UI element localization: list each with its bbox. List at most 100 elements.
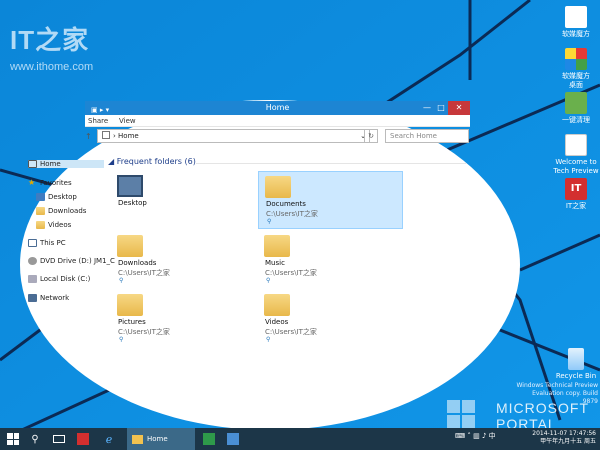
- desktop-icon-softmedia-desktop[interactable]: 软媒魔方 桌面: [548, 48, 600, 90]
- pin-icon: ⚲: [267, 218, 272, 225]
- refresh-button[interactable]: ↻: [364, 129, 378, 143]
- folder-tile-documents[interactable]: Documents C:\Users\IT之家 ⚲: [258, 171, 403, 229]
- address-input[interactable]: › Home ⌄: [97, 129, 370, 143]
- app-icon: [227, 433, 239, 445]
- folder-tile-music[interactable]: Music C:\Users\IT之家 ⚲: [258, 231, 403, 289]
- downloads-folder-icon: [36, 207, 45, 215]
- folder-tile-downloads[interactable]: Downloads C:\Users\IT之家 ⚲: [111, 231, 256, 289]
- task-view-button[interactable]: [50, 428, 68, 450]
- desktop-icon-welcome-tech-preview[interactable]: Welcome to Tech Preview: [548, 134, 600, 176]
- ithome-watermark: IT之家 www.ithome.com: [10, 20, 93, 73]
- section-divider: [196, 163, 466, 164]
- ribbon-tabs: Share View: [85, 115, 470, 127]
- sidebar-item-dvd-drive[interactable]: DVD Drive (D:) JM1_C: [28, 257, 115, 265]
- store-icon: [203, 433, 215, 445]
- address-bar-row: ↑ › Home ⌄ ↻ Search Home: [85, 129, 470, 145]
- ithome-app-icon: [77, 433, 89, 445]
- pin-icon: ⚲: [119, 277, 124, 284]
- close-button[interactable]: ✕: [448, 101, 470, 115]
- desktop-icon-ithome[interactable]: IT IT之家: [548, 178, 600, 211]
- volume-icon[interactable]: ♪: [482, 432, 486, 440]
- sidebar-item-network[interactable]: Network: [28, 294, 69, 302]
- taskbar-store-app[interactable]: [200, 428, 218, 450]
- ithome-app-icon: IT: [565, 178, 587, 200]
- clock-lunar-date: 甲午年九月十五 周五: [540, 438, 596, 445]
- pin-icon: ⚲: [119, 336, 124, 343]
- sidebar-item-videos[interactable]: Videos: [36, 221, 71, 229]
- sidebar-item-this-pc[interactable]: This PC: [28, 239, 66, 247]
- ithome-logo: IT之家: [10, 25, 90, 55]
- dvd-drive-icon: [28, 257, 37, 265]
- computer-icon: [28, 239, 37, 247]
- taskbar-clock[interactable]: 2014-11-07 17:47:56 甲午年九月十五 周五: [532, 430, 596, 446]
- network-icon[interactable]: ▥: [473, 432, 480, 440]
- clock-datetime: 2014-11-07 17:47:56: [532, 430, 596, 437]
- desktop-icon-label: Welcome to Tech Preview: [553, 158, 599, 175]
- desktop-icon-label: 软媒魔方: [562, 30, 590, 38]
- search-input[interactable]: Search Home: [385, 129, 469, 143]
- desktop-icon-label: IT之家: [565, 202, 587, 210]
- color-wheel-app-icon: [565, 48, 587, 70]
- search-icon: ⚲: [31, 433, 39, 445]
- folder-tile-videos[interactable]: Videos C:\Users\IT之家 ⚲: [258, 290, 403, 348]
- sidebar-item-home[interactable]: Home: [28, 160, 104, 168]
- task-view-icon: [53, 435, 65, 443]
- internet-explorer-icon: ℯ: [105, 432, 113, 446]
- star-icon: ★: [28, 178, 36, 187]
- window-title: Home: [265, 103, 290, 112]
- windows-logo-icon: [565, 134, 587, 156]
- taskbar: ⚲ ℯ Home ⌨ ˄ ▥ ♪ 中 2014-11-07 17:47:56 甲…: [0, 428, 600, 450]
- search-button[interactable]: ⚲: [26, 428, 44, 450]
- chevron-up-icon[interactable]: ˄: [467, 432, 471, 440]
- documents-folder-icon: [265, 176, 291, 198]
- windows-logo-icon: [7, 433, 19, 445]
- home-icon: [102, 131, 110, 139]
- tab-share[interactable]: Share: [88, 117, 108, 125]
- desktop-icon-recycle-bin[interactable]: Recycle Bin: [548, 348, 600, 381]
- start-button[interactable]: [4, 428, 22, 450]
- sidebar-item-favorites[interactable]: ★ Favorites: [28, 178, 72, 188]
- taskbar-file-explorer[interactable]: Home: [127, 428, 195, 450]
- taskbar-internet-explorer[interactable]: ℯ: [100, 428, 118, 450]
- build-watermark: Windows Technical Preview Evaluation cop…: [516, 382, 598, 405]
- hard-disk-icon: [28, 275, 37, 283]
- music-folder-icon: [264, 235, 290, 257]
- up-arrow-icon[interactable]: ↑: [85, 132, 92, 141]
- recycle-bin-icon: [568, 348, 584, 370]
- keyboard-icon[interactable]: ⌨: [455, 432, 465, 440]
- videos-folder-icon: [264, 294, 290, 316]
- ithome-url: www.ithome.com: [10, 61, 94, 73]
- pin-icon: ⚲: [266, 277, 271, 284]
- input-method-indicator[interactable]: 中: [489, 432, 496, 440]
- section-header[interactable]: ◢ Frequent folders (6): [108, 157, 196, 166]
- system-tray: ⌨ ˄ ▥ ♪ 中: [455, 431, 496, 441]
- desktop-icon-label: 一键清理: [562, 116, 590, 124]
- tab-view[interactable]: View: [119, 117, 136, 125]
- sidebar-item-local-disk[interactable]: Local Disk (C:): [28, 275, 90, 283]
- maximize-button[interactable]: □: [434, 101, 448, 115]
- window-titlebar[interactable]: ▣ ▸ ▾ Home — □ ✕: [85, 101, 470, 115]
- sidebar-item-downloads[interactable]: Downloads: [36, 207, 86, 215]
- folder-tile-pictures[interactable]: Pictures C:\Users\IT之家 ⚲: [111, 290, 256, 348]
- videos-folder-icon: [36, 221, 45, 229]
- taskbar-ithome-app[interactable]: [74, 428, 92, 450]
- downloads-folder-icon: [117, 235, 143, 257]
- desktop-icon-label: 软媒魔方 桌面: [562, 72, 590, 89]
- desktop-monitor-icon: [117, 175, 143, 197]
- folder-icon: [132, 434, 143, 444]
- cube-app-icon: [565, 6, 587, 28]
- home-icon: [28, 160, 37, 168]
- portal-logo-icon: [447, 400, 475, 428]
- pictures-folder-icon: [117, 294, 143, 316]
- folder-tile-desktop[interactable]: Desktop: [111, 171, 256, 229]
- network-icon: [28, 294, 37, 302]
- desktop-icon: [36, 193, 45, 201]
- sidebar-item-desktop[interactable]: Desktop: [36, 193, 77, 201]
- desktop-icon-softmedia-cube[interactable]: 软媒魔方: [548, 6, 600, 39]
- desktop-icon-label: Recycle Bin: [555, 372, 597, 380]
- broom-app-icon: [565, 92, 587, 114]
- minimize-button[interactable]: —: [420, 101, 434, 115]
- desktop-icon-one-click-clean[interactable]: 一键清理: [548, 92, 600, 125]
- address-text: Home: [118, 132, 139, 140]
- taskbar-app[interactable]: [224, 428, 242, 450]
